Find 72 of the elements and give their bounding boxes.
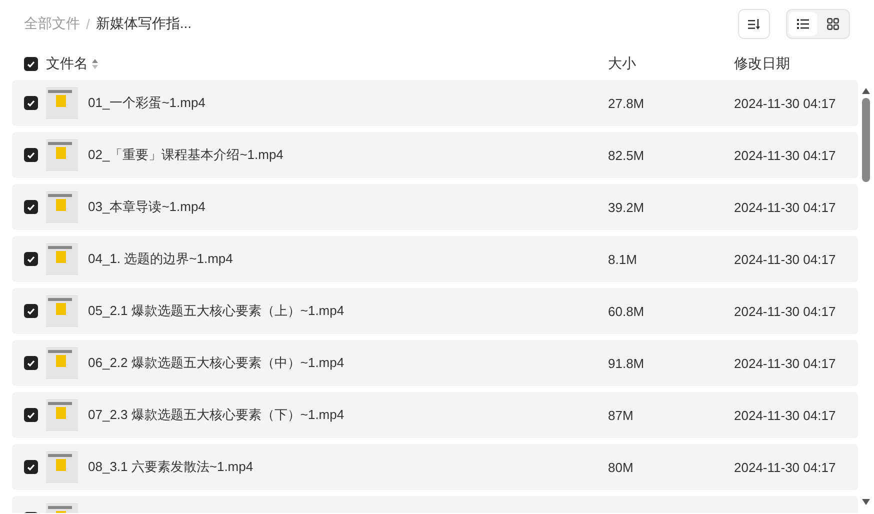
checkmark-icon (27, 100, 35, 106)
file-name: 03_本章导读~1.mp4 (88, 198, 206, 216)
file-size: 82.5M (608, 148, 646, 162)
modified-date: 2024-11-30 04:17 (734, 252, 836, 266)
video-thumbnail (46, 243, 78, 275)
select-all-checkbox[interactable] (24, 57, 38, 71)
file-row[interactable]: 01_一个彩蛋~1.mp4 27.8M 2024-11-30 04:17 (12, 80, 858, 126)
file-checkbox[interactable] (24, 252, 38, 266)
file-size: 91.8M (608, 356, 646, 370)
file-row[interactable]: 05_2.1 爆款选题五大核心要素（上）~1.mp4 60.8M 2024-11-30 04:17 (12, 288, 858, 334)
file-size: 80M (608, 460, 634, 474)
file-name: 05_2.1 爆款选题五大核心要素（上）~1.mp4 (88, 302, 346, 320)
column-header: 大小 (608, 55, 636, 71)
column-header: 修改日期 (734, 55, 790, 71)
file-checkbox[interactable] (24, 408, 38, 422)
file-name: 01_一个彩蛋~1.mp4 (88, 94, 206, 112)
breadcrumb-separator: / (86, 16, 90, 32)
video-thumbnail (46, 139, 78, 171)
breadcrumb-item[interactable]: 新媒体写作指... (96, 15, 192, 33)
modified-date: 2024-11-30 04:17 (734, 96, 836, 110)
file-size: 39.2M (608, 200, 646, 214)
sort-button[interactable] (738, 9, 770, 39)
file-name: 08_3.1 六要素发散法~1.mp4 (88, 458, 254, 476)
video-thumbnail (46, 451, 78, 483)
file-checkbox[interactable] (24, 96, 38, 110)
sort-arrows-icon[interactable] (92, 59, 98, 69)
list-view-button[interactable] (789, 12, 817, 36)
column-header[interactable]: 文件名 (46, 55, 88, 73)
modified-date: 2024-11-30 04:17 (734, 460, 836, 474)
modified-date: 2024-11-30 04:17 (734, 408, 836, 422)
checkmark-icon (27, 152, 35, 158)
file-row[interactable]: 03_本章导读~1.mp4 39.2M 2024-11-30 04:17 (12, 184, 858, 230)
scroll-down-arrow-icon[interactable] (862, 499, 870, 505)
video-thumbnail (46, 295, 78, 327)
checkmark-icon (27, 256, 35, 262)
file-row[interactable]: 07_2.3 爆款选题五大核心要素（下）~1.mp4 87M 2024-11-30 04:17 (12, 392, 858, 438)
file-name: 07_2.3 爆款选题五大核心要素（下）~1.mp4 (88, 406, 346, 424)
checkmark-icon (27, 360, 35, 366)
file-checkbox[interactable] (24, 200, 38, 214)
file-checkbox[interactable] (24, 460, 38, 474)
file-size: 87M (608, 408, 634, 422)
file-checkbox[interactable] (24, 304, 38, 318)
file-size: 27.8M (608, 96, 646, 110)
grid-view-icon (827, 18, 839, 30)
file-name: 02_「重要」课程基本介绍~1.mp4 (88, 146, 284, 164)
video-thumbnail (46, 347, 78, 379)
file-name: 06_2.2 爆款选题五大核心要素（中）~1.mp4 (88, 354, 346, 372)
checkmark-icon (27, 308, 35, 314)
file-checkbox[interactable] (24, 356, 38, 370)
scrollbar-thumb[interactable] (862, 98, 870, 182)
modified-date: 2024-11-30 04:17 (734, 356, 836, 370)
file-checkbox[interactable] (24, 148, 38, 162)
checkmark-icon (27, 60, 35, 68)
checkmark-icon (27, 464, 35, 470)
file-row[interactable]: 02_「重要」课程基本介绍~1.mp4 82.5M 2024-11-30 04:17 (12, 132, 858, 178)
file-size: 60.8M (608, 304, 646, 318)
list-view-icon (797, 19, 809, 29)
file-row[interactable]: 06_2.2 爆款选题五大核心要素（中）~1.mp4 91.8M 2024-11-30 04:17 (12, 340, 858, 386)
modified-date: 2024-11-30 04:17 (734, 148, 836, 162)
file-size: 8.1M (608, 252, 638, 266)
file-name: 04_1. 选题的边界~1.mp4 (88, 250, 234, 268)
modified-date: 2024-11-30 04:17 (734, 200, 836, 214)
video-thumbnail (46, 87, 78, 119)
checkmark-icon (27, 204, 35, 210)
video-thumbnail (46, 399, 78, 431)
file-row[interactable]: 04_1. 选题的边界~1.mp4 8.1M 2024-11-30 04:17 (12, 236, 858, 282)
modified-date: 2024-11-30 04:17 (734, 304, 836, 318)
video-thumbnail (46, 191, 78, 223)
sort-icon (748, 18, 760, 30)
scroll-up-arrow-icon[interactable] (862, 88, 870, 94)
file-row[interactable]: 08_3.1 六要素发散法~1.mp4 80M 2024-11-30 04:17 (12, 444, 858, 490)
checkmark-icon (27, 412, 35, 418)
